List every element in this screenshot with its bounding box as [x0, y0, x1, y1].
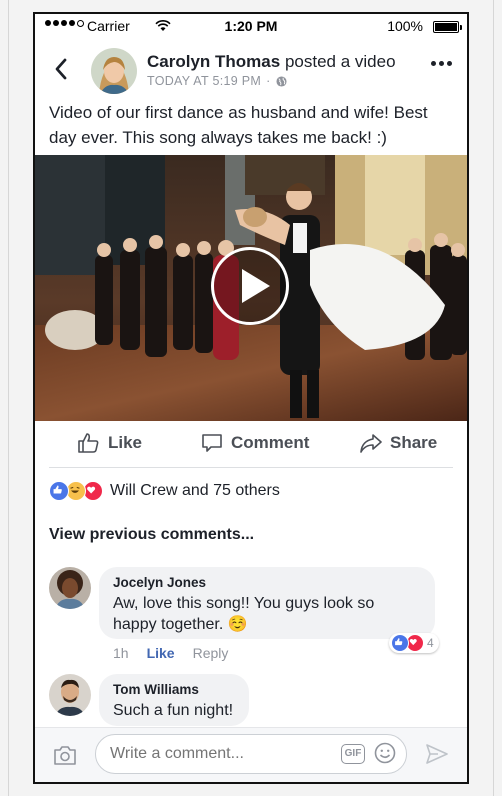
- author-avatar[interactable]: [91, 48, 137, 94]
- commenter-avatar[interactable]: [49, 567, 91, 609]
- comment-text: Aw, love this song!! You guys look so ha…: [113, 595, 375, 633]
- comment-time: 1h: [113, 645, 129, 661]
- screen: Carrier 1:20 PM 100% Carolyn Thomas post…: [33, 12, 469, 784]
- like-button[interactable]: Like: [77, 431, 142, 455]
- comment-bubble: Tom Williams Such a fun night!: [99, 674, 249, 726]
- meta-separator: ·: [266, 74, 271, 88]
- share-arrow-icon: [360, 434, 382, 453]
- play-button[interactable]: [211, 247, 289, 325]
- comment-reactions[interactable]: 4: [389, 633, 439, 653]
- author-name[interactable]: Carolyn Thomas: [147, 52, 280, 71]
- post-meta: TODAY AT 5:19 PM ·: [147, 74, 287, 88]
- comment-reply-button[interactable]: Reply: [193, 645, 229, 661]
- post-timestamp[interactable]: TODAY AT 5:19 PM: [147, 74, 261, 88]
- post-action: posted a video: [284, 52, 396, 71]
- send-icon[interactable]: [425, 743, 449, 765]
- comment-label: Comment: [231, 433, 310, 452]
- back-chevron-icon[interactable]: [53, 58, 69, 80]
- share-button[interactable]: Share: [359, 431, 437, 455]
- share-label: Share: [390, 433, 438, 452]
- thumbs-up-icon: [78, 433, 99, 453]
- divider: [49, 467, 453, 468]
- comment-bubble: Jocelyn Jones Aw, love this song!! You g…: [99, 567, 435, 639]
- comment-text: Such a fun night!: [113, 702, 234, 719]
- video-player[interactable]: [35, 155, 467, 421]
- commenter-name[interactable]: Tom Williams: [113, 682, 235, 697]
- commenter-avatar[interactable]: [49, 674, 91, 716]
- commenter-name[interactable]: Jocelyn Jones: [113, 575, 421, 590]
- globe-icon: [276, 75, 287, 87]
- like-reaction-icon: [391, 634, 409, 652]
- post-text: Video of our first dance as husband and …: [49, 103, 428, 147]
- post-actions: Like Comment Share: [35, 421, 467, 467]
- camera-icon[interactable]: [53, 744, 77, 766]
- emoji-icon[interactable]: [374, 742, 396, 764]
- comment-button[interactable]: Comment: [200, 431, 309, 455]
- gif-icon[interactable]: GIF: [341, 744, 365, 764]
- status-bar: Carrier 1:20 PM 100%: [35, 14, 467, 40]
- view-previous-comments-link[interactable]: View previous comments...: [49, 526, 254, 544]
- comment-meta: 1h Like Reply: [113, 645, 228, 661]
- comment-like-button[interactable]: Like: [147, 645, 175, 661]
- reactions-text: Will Crew and 75 others: [110, 482, 280, 499]
- comment-reaction-count: 4: [427, 636, 434, 650]
- phone-frame: Carrier 1:20 PM 100% Carolyn Thomas post…: [0, 0, 502, 796]
- more-options-icon[interactable]: [431, 56, 453, 70]
- like-label: Like: [108, 433, 143, 452]
- love-reaction-icon: [83, 481, 103, 501]
- comment-composer: GIF: [35, 727, 467, 782]
- post-header: Carolyn Thomas posted a video TODAY AT 5…: [35, 44, 467, 100]
- phone-edge: [8, 0, 9, 796]
- author-line: Carolyn Thomas posted a video: [147, 52, 396, 72]
- battery-icon: [433, 21, 462, 33]
- like-reaction-icon: [49, 481, 69, 501]
- comment-bubble-icon: [202, 434, 222, 452]
- battery-percent: 100%: [387, 18, 423, 34]
- reactions-summary[interactable]: Will Crew and 75 others: [49, 480, 280, 502]
- haha-reaction-icon: [66, 481, 86, 501]
- phone-edge: [493, 0, 494, 796]
